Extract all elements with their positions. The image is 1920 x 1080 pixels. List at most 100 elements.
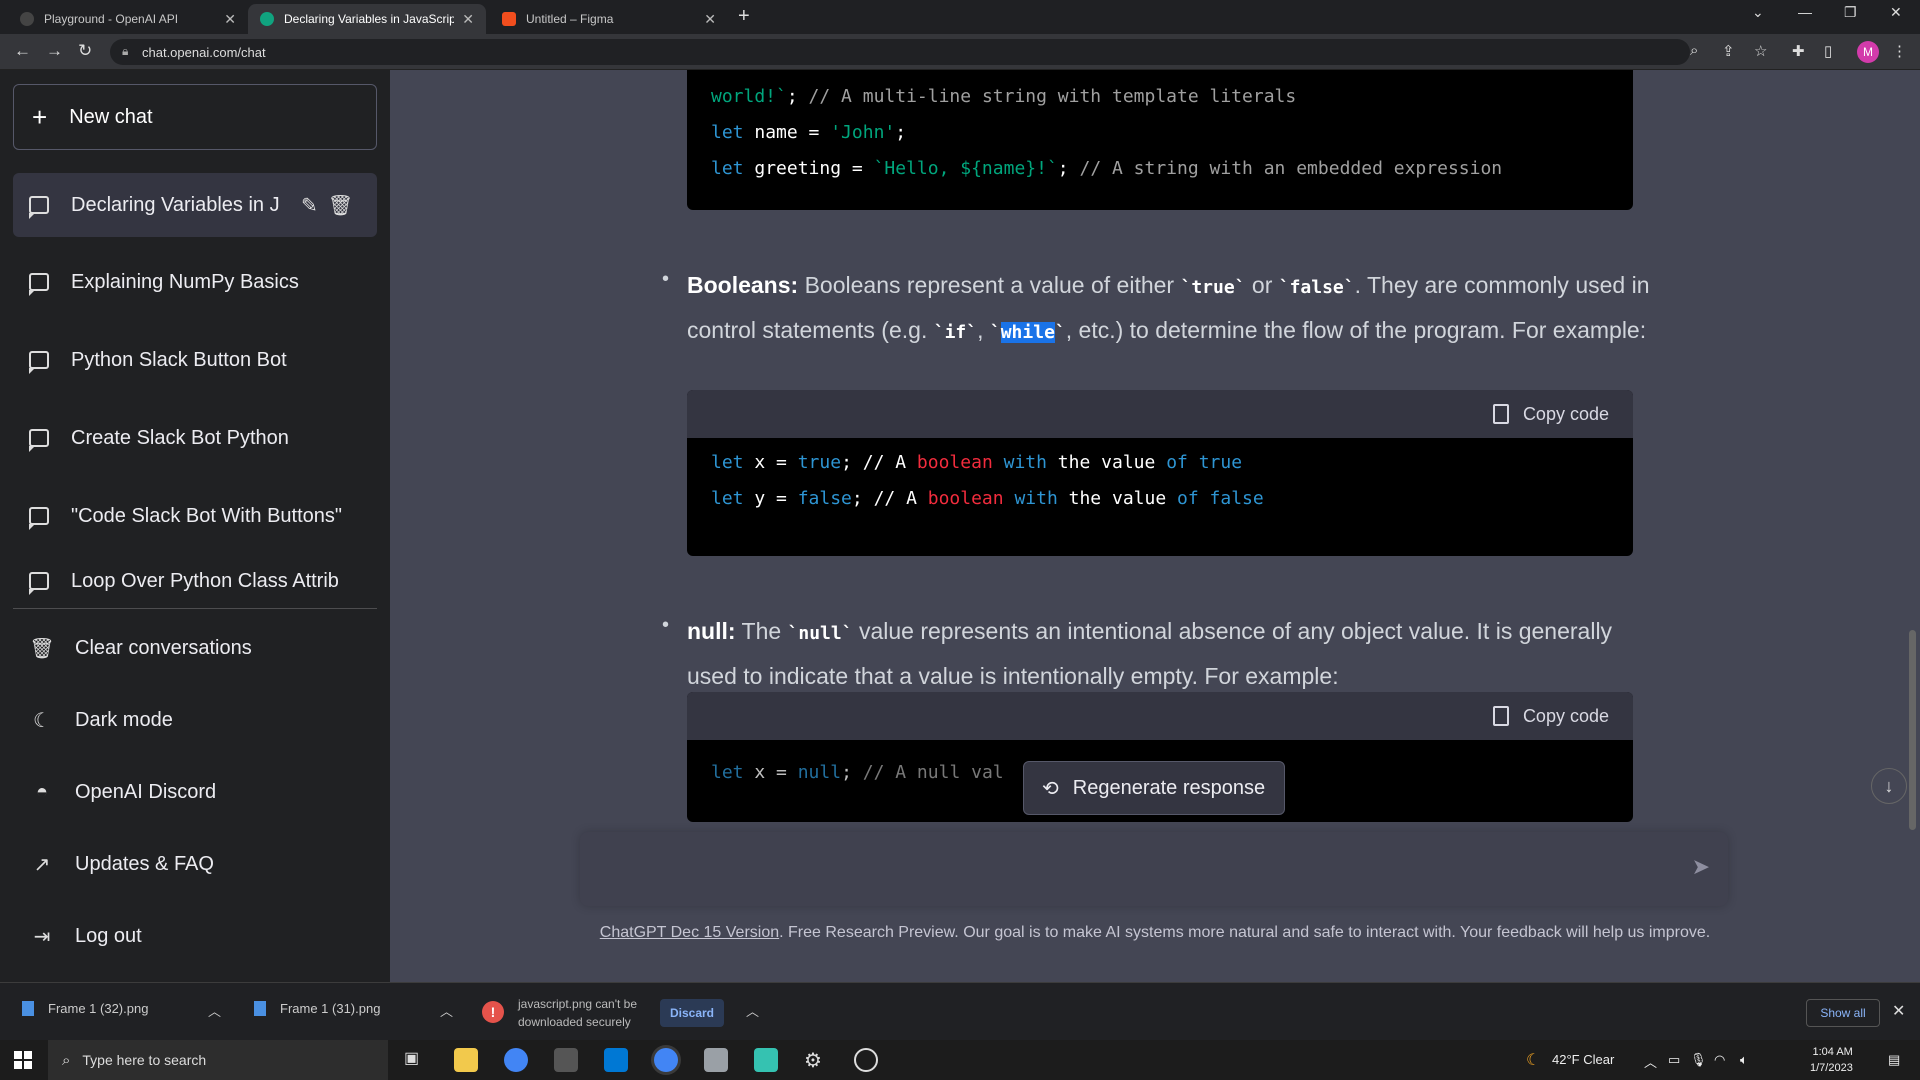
dark-mode-button[interactable]: ☾ Dark mode bbox=[13, 692, 377, 748]
menu-label: OpenAI Discord bbox=[75, 780, 217, 803]
task-view-icon[interactable]: ▣ bbox=[404, 1048, 428, 1072]
regenerate-label: Regenerate response bbox=[1072, 776, 1266, 799]
footer-text: . Free Research Preview. Our goal is to … bbox=[779, 924, 1711, 941]
delete-trash-icon[interactable]: 🗑︎ bbox=[328, 193, 353, 218]
code-line: world!`; // A multi-line string with tem… bbox=[711, 86, 1297, 107]
close-shelf-icon[interactable]: ✕ bbox=[1892, 1001, 1905, 1021]
browser-toolbar: ← → ↻ 🔒︎ chat.openai.com/chat ⌕ ⇪ ☆ ✚ ▯ … bbox=[0, 34, 1920, 70]
code-line: let greeting = `Hello, ${name}!`; // A s… bbox=[711, 158, 1503, 179]
recording-icon[interactable] bbox=[854, 1048, 878, 1072]
bookmark-star-icon[interactable]: ☆ bbox=[1754, 42, 1767, 60]
log-out-button[interactable]: ⇥ Log out bbox=[13, 908, 377, 964]
browser-tab-playground[interactable]: Playground - OpenAI API ✕ bbox=[8, 4, 248, 34]
menu-label: Clear conversations bbox=[75, 636, 252, 659]
browser-tab-declaring-variables[interactable]: Declaring Variables in JavaScript ✕ bbox=[248, 4, 486, 34]
download-item[interactable]: Frame 1 (31).png bbox=[254, 1001, 380, 1016]
download-item[interactable]: Frame 1 (32).png bbox=[22, 1001, 148, 1016]
chevron-up-icon[interactable]: ︿ bbox=[440, 1001, 453, 1020]
taskbar-search[interactable]: ⌕ Type here to search bbox=[48, 1040, 388, 1080]
warning-icon: ! bbox=[482, 1001, 504, 1023]
chat-bubble-icon bbox=[29, 273, 49, 296]
regenerate-response-button[interactable]: ⟲ Regenerate response bbox=[1023, 761, 1285, 815]
close-tab-icon[interactable]: ✕ bbox=[704, 11, 716, 28]
chat-bubble-icon bbox=[29, 429, 49, 452]
taskbar-clock[interactable]: 1:04 AM 1/7/2023 bbox=[1810, 1044, 1853, 1076]
close-tab-icon[interactable]: ✕ bbox=[224, 11, 236, 28]
scroll-to-bottom-button[interactable]: ↓ bbox=[1871, 768, 1907, 804]
tab-title: Playground - OpenAI API bbox=[44, 12, 179, 26]
reload-icon[interactable]: ↻ bbox=[78, 41, 92, 61]
chat-bubble-icon bbox=[29, 196, 49, 219]
forward-arrow-icon[interactable]: → bbox=[46, 41, 63, 61]
copy-code-label: Copy code bbox=[1522, 705, 1609, 726]
copy-code-button[interactable]: Copy code bbox=[1492, 404, 1609, 425]
profile-avatar[interactable]: M bbox=[1857, 41, 1879, 63]
more-menu-icon[interactable]: ⋮ bbox=[1892, 42, 1907, 60]
scrollbar[interactable] bbox=[1909, 630, 1916, 830]
file-icon bbox=[254, 1001, 266, 1016]
message-input[interactable]: ➤ bbox=[580, 832, 1728, 906]
speaker-icon[interactable]: 🔈︎ bbox=[1740, 1052, 1748, 1068]
zoom-icon[interactable]: ⌕ bbox=[1690, 42, 1698, 59]
clipboard-icon bbox=[1492, 706, 1509, 726]
edit-pencil-icon[interactable]: ✎ bbox=[301, 193, 318, 218]
external-link-icon: ↗ bbox=[33, 853, 51, 876]
chat-main: world!`; // A multi-line string with tem… bbox=[390, 70, 1920, 982]
weather-text[interactable]: 42°F Clear bbox=[1552, 1052, 1614, 1067]
conversation-item[interactable]: Explaining NumPy Basics bbox=[13, 250, 377, 314]
search-placeholder: Type here to search bbox=[82, 1052, 207, 1068]
tab-search-icon[interactable]: ⌄ bbox=[1752, 4, 1764, 21]
chevron-up-icon[interactable]: ︿ bbox=[1644, 1052, 1657, 1071]
app-icon[interactable] bbox=[704, 1048, 728, 1072]
send-icon[interactable]: ➤ bbox=[1692, 854, 1710, 880]
updates-faq-link[interactable]: ↗ Updates & FAQ bbox=[13, 836, 377, 892]
back-arrow-icon[interactable]: ← bbox=[14, 41, 31, 61]
search-icon: ⌕ bbox=[62, 1051, 71, 1069]
browser-tab-figma[interactable]: Untitled – Figma ✕ bbox=[490, 4, 728, 34]
wifi-icon[interactable]: ◠ bbox=[1714, 1052, 1725, 1068]
menu-label: Log out bbox=[75, 924, 142, 947]
network-icon[interactable]: ▭ bbox=[1668, 1052, 1680, 1068]
minimize-button[interactable]: — bbox=[1798, 4, 1812, 20]
version-link[interactable]: ChatGPT Dec 15 Version bbox=[600, 924, 779, 941]
address-bar[interactable]: 🔒︎ chat.openai.com/chat bbox=[110, 39, 1690, 65]
terminal-icon[interactable] bbox=[554, 1048, 578, 1072]
close-window-button[interactable]: ✕ bbox=[1890, 4, 1902, 21]
clock-time: 1:04 AM bbox=[1812, 1046, 1853, 1058]
side-panel-icon[interactable]: ▯ bbox=[1824, 42, 1832, 60]
vscode-icon[interactable] bbox=[604, 1048, 628, 1072]
new-tab-button[interactable]: + bbox=[738, 5, 750, 28]
tab-title: Untitled – Figma bbox=[526, 12, 614, 26]
show-all-button[interactable]: Show all bbox=[1806, 999, 1880, 1027]
conversation-item[interactable]: Loop Over Python Class Attrib bbox=[13, 554, 377, 608]
chrome-active-icon[interactable] bbox=[654, 1048, 678, 1072]
conversation-item-active[interactable]: Declaring Variables in J ✎ 🗑︎ bbox=[13, 173, 377, 237]
chevron-up-icon[interactable]: ︿ bbox=[208, 1001, 221, 1020]
code-line: let name = 'John'; bbox=[711, 122, 907, 143]
restore-button[interactable]: ❐ bbox=[1844, 4, 1857, 21]
conversation-item[interactable]: Python Slack Button Bot bbox=[13, 328, 377, 392]
clear-conversations-button[interactable]: 🗑︎ Clear conversations bbox=[13, 620, 377, 676]
new-chat-button[interactable]: + New chat bbox=[13, 84, 377, 150]
openai-discord-link[interactable]: ◓ OpenAI Discord bbox=[13, 764, 377, 820]
notification-icon[interactable]: ▤ bbox=[1888, 1052, 1900, 1068]
code-block-strings: world!`; // A multi-line string with tem… bbox=[687, 70, 1633, 210]
chrome-icon[interactable] bbox=[504, 1048, 528, 1072]
close-tab-icon[interactable]: ✕ bbox=[462, 11, 474, 28]
discard-button[interactable]: Discard bbox=[660, 999, 724, 1027]
chevron-up-icon[interactable]: ︿ bbox=[746, 1001, 759, 1020]
notepad-icon[interactable] bbox=[754, 1048, 778, 1072]
extensions-icon[interactable]: ✚ bbox=[1792, 42, 1805, 60]
conversation-item[interactable]: Create Slack Bot Python bbox=[13, 406, 377, 470]
settings-gear-icon[interactable]: ⚙ bbox=[804, 1048, 828, 1072]
lock-icon[interactable]: 🔒︎ bbox=[122, 44, 128, 59]
microphone-icon[interactable]: 🎙︎ bbox=[1690, 1052, 1707, 1068]
file-explorer-icon[interactable] bbox=[454, 1048, 478, 1072]
copy-code-button[interactable]: Copy code bbox=[1492, 705, 1609, 727]
conversation-item[interactable]: "Code Slack Bot With Buttons" bbox=[13, 484, 377, 548]
booleans-paragraph: Booleans: Booleans represent a value of … bbox=[687, 272, 1650, 343]
windows-start-icon[interactable] bbox=[14, 1051, 32, 1069]
download-warning-text: javascript.png can't be downloaded secur… bbox=[518, 997, 638, 1029]
code-block-booleans: Copy code let x = true; // A boolean wit… bbox=[687, 390, 1633, 556]
share-icon[interactable]: ⇪ bbox=[1722, 42, 1735, 60]
